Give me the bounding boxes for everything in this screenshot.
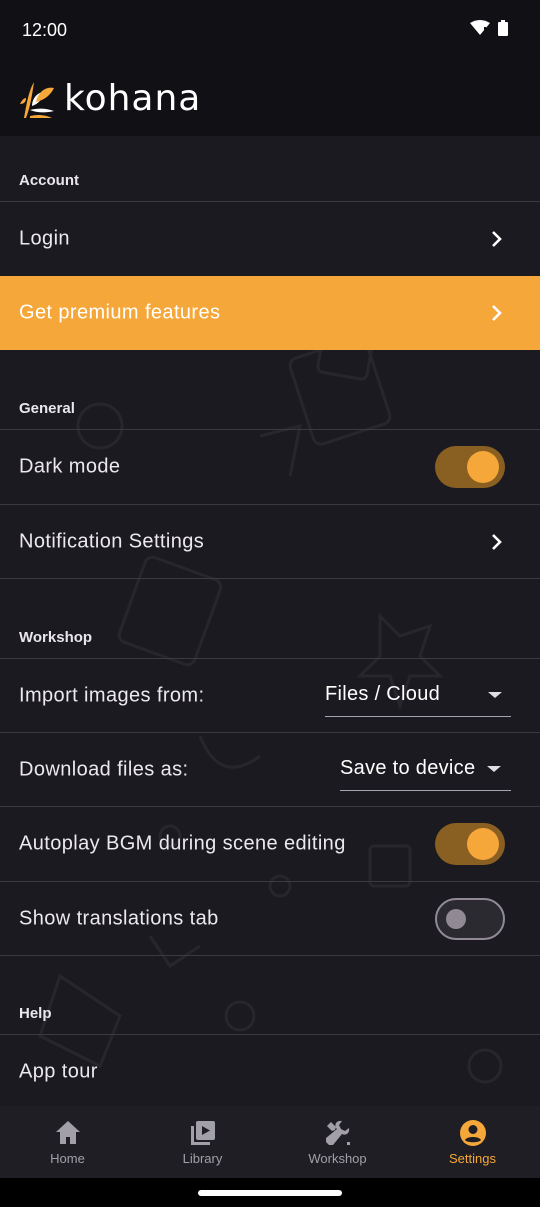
chevron-right-icon	[492, 230, 502, 247]
toggle-knob	[467, 450, 499, 483]
section-header-general: General	[19, 400, 75, 417]
dropdown-arrow-icon	[487, 765, 502, 772]
toggle-knob	[446, 908, 466, 929]
notification-settings-row[interactable]: Notification Settings	[0, 504, 540, 578]
section-header-help: Help	[19, 1005, 52, 1022]
nav-label-home: Home	[50, 1151, 85, 1166]
chevron-right-icon	[492, 305, 502, 321]
login-row[interactable]: Login	[0, 201, 540, 275]
show-translations-toggle[interactable]	[435, 897, 505, 940]
toggle-knob	[467, 827, 499, 860]
wrench-icon	[325, 1120, 350, 1145]
dark-mode-label: Dark mode	[19, 455, 121, 477]
import-images-label: Import images from:	[19, 684, 205, 706]
nav-item-library[interactable]: Library	[135, 1106, 270, 1178]
download-mode-dropdown[interactable]: Save to device	[340, 747, 511, 791]
download-mode-value: Save to device	[340, 757, 476, 779]
status-bar: 12:00	[0, 0, 540, 60]
import-images-row: Import images from: Files / Cloud	[0, 658, 540, 732]
status-icons	[470, 20, 508, 36]
home-gesture-handle[interactable]	[198, 1190, 342, 1196]
dropdown-arrow-icon	[488, 691, 502, 698]
show-translations-label: Show translations tab	[19, 907, 219, 929]
kohana-logo-icon	[20, 82, 54, 118]
battery-icon	[498, 20, 508, 36]
dark-mode-row[interactable]: Dark mode	[0, 429, 540, 503]
section-header-workshop: Workshop	[19, 629, 93, 646]
bottom-navigation-bar: Home Library Workshop Settings	[0, 1106, 540, 1178]
app-logo-text: kohana	[64, 78, 202, 119]
home-icon	[55, 1121, 80, 1144]
autoplay-bgm-label: Autoplay BGM during scene editing	[19, 832, 346, 854]
account-circle-icon	[459, 1120, 486, 1146]
autoplay-bgm-row[interactable]: Autoplay BGM during scene editing	[0, 806, 540, 880]
import-source-value: Files / Cloud	[325, 683, 441, 705]
autoplay-bgm-toggle[interactable]	[435, 822, 505, 865]
nav-label-library: Library	[182, 1151, 223, 1166]
download-files-label: Download files as:	[19, 758, 189, 780]
import-source-dropdown[interactable]: Files / Cloud	[325, 673, 511, 717]
app-tour-row[interactable]: App tour	[0, 1034, 540, 1106]
nav-label-settings: Settings	[449, 1151, 496, 1166]
app-header: kohana	[0, 60, 540, 136]
status-time: 12:00	[22, 20, 68, 40]
notification-settings-label: Notification Settings	[19, 530, 205, 552]
login-label: Login	[19, 227, 70, 249]
system-gesture-bar	[0, 1178, 540, 1207]
divider	[0, 578, 540, 579]
get-premium-row[interactable]: Get premium features	[0, 276, 540, 350]
dark-mode-toggle[interactable]	[435, 445, 505, 488]
show-translations-row[interactable]: Show translations tab	[0, 881, 540, 955]
divider	[0, 955, 540, 956]
settings-list[interactable]: Account Login Get premium features Gener…	[0, 136, 540, 1106]
nav-item-workshop[interactable]: Workshop	[270, 1106, 405, 1178]
chevron-right-icon	[492, 533, 502, 550]
premium-label: Get premium features	[19, 301, 221, 324]
library-icon	[190, 1121, 215, 1145]
wifi-icon	[470, 20, 490, 35]
download-files-row: Download files as: Save to device	[0, 732, 540, 806]
app-tour-label: App tour	[19, 1060, 98, 1082]
nav-item-settings[interactable]: Settings	[405, 1106, 540, 1178]
nav-item-home[interactable]: Home	[0, 1106, 135, 1178]
nav-label-workshop: Workshop	[308, 1151, 367, 1166]
section-header-account: Account	[19, 172, 79, 189]
